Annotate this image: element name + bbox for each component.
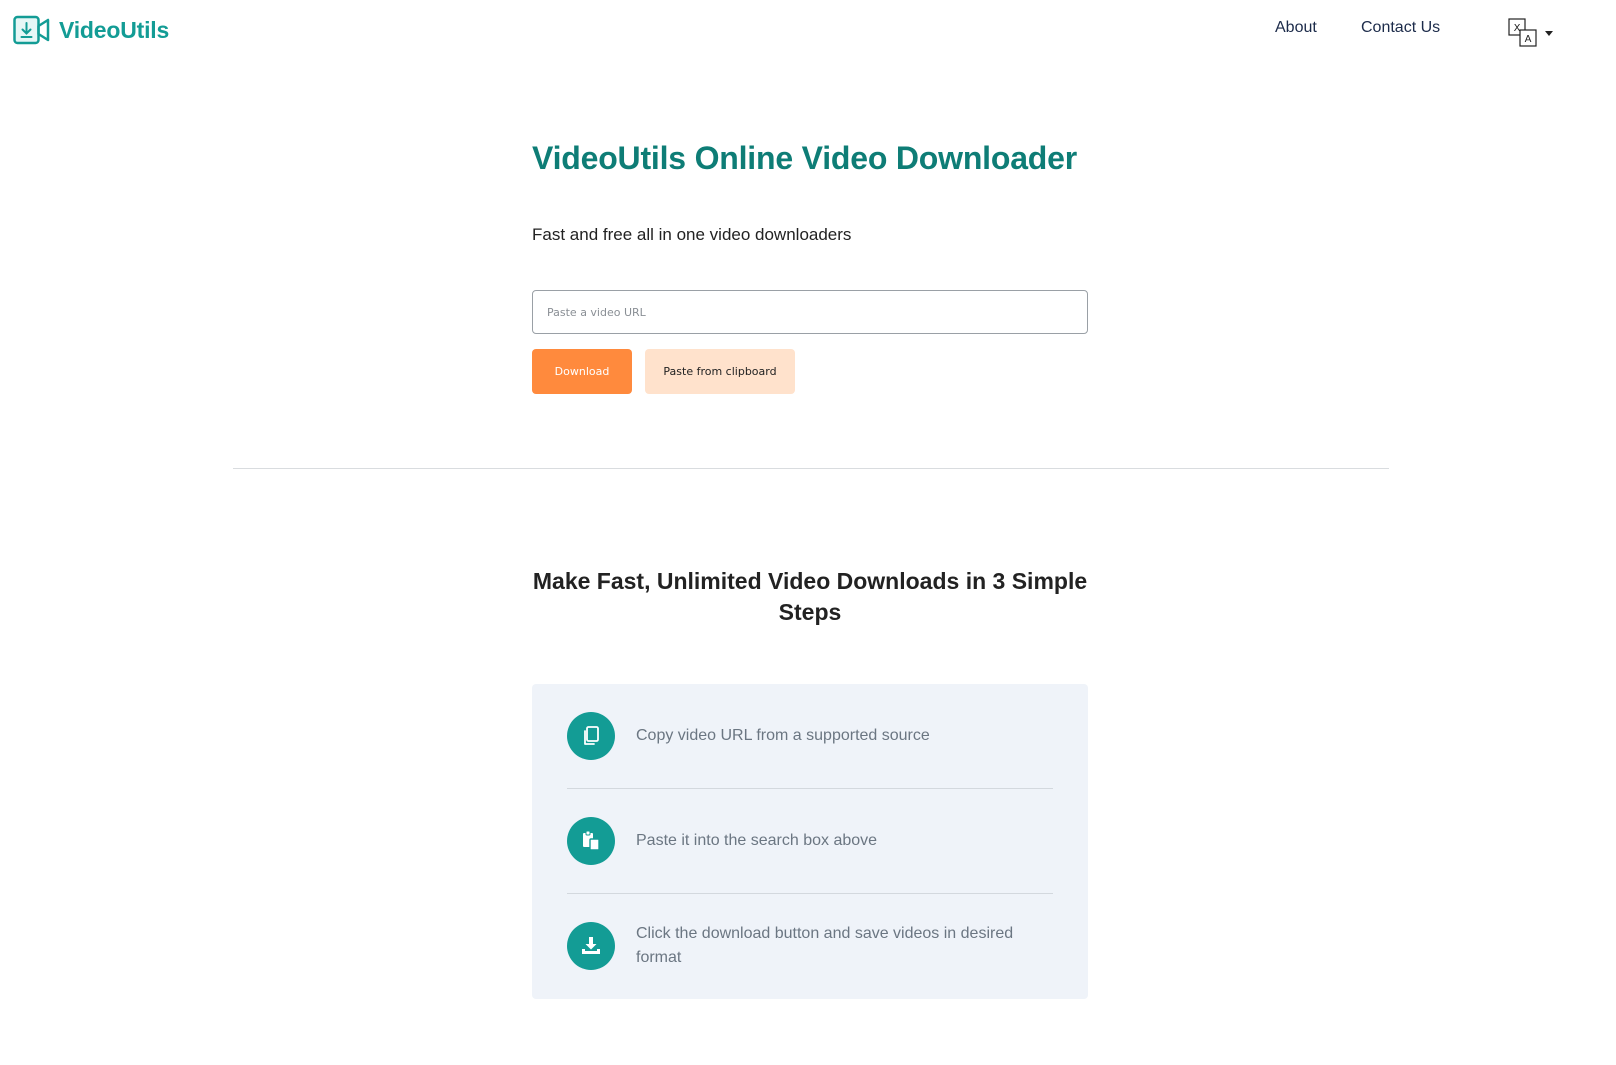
steps-card: Copy video URL from a supported source P… <box>532 684 1088 999</box>
nav-about-link[interactable]: About <box>1275 19 1317 37</box>
copy-icon <box>567 712 615 760</box>
brand-name: VideoUtils <box>59 16 170 43</box>
step-text: Paste it into the search box above <box>636 832 878 849</box>
language-selector[interactable]: X A <box>1508 18 1554 48</box>
download-button[interactable]: Download <box>532 349 632 394</box>
translate-icon: X A <box>1508 18 1537 47</box>
steps-heading: Make Fast, Unlimited Video Downloads in … <box>532 568 1088 625</box>
paste-icon <box>567 817 615 865</box>
step-item: Click the download button and save video… <box>567 894 1053 998</box>
nav-contact-link[interactable]: Contact Us <box>1361 19 1440 37</box>
video-download-icon <box>13 15 50 45</box>
svg-text:A: A <box>1525 34 1532 45</box>
video-url-input[interactable] <box>532 290 1088 334</box>
step-item: Copy video URL from a supported source <box>567 684 1053 788</box>
chevron-down-icon <box>1545 31 1553 36</box>
brand-logo[interactable]: VideoUtils <box>13 14 169 46</box>
download-icon <box>567 922 615 970</box>
step-text: Click the download button and save video… <box>636 925 1014 966</box>
paste-from-clipboard-button[interactable]: Paste from clipboard <box>645 349 795 394</box>
page-subtitle: Fast and free all in one video downloade… <box>532 225 852 244</box>
site-header: VideoUtils About Contact Us X A <box>0 0 1616 60</box>
page-title: VideoUtils Online Video Downloader <box>532 140 1077 176</box>
step-item: Paste it into the search box above <box>567 789 1053 893</box>
step-text: Copy video URL from a supported source <box>636 727 930 744</box>
section-divider <box>233 468 1389 469</box>
